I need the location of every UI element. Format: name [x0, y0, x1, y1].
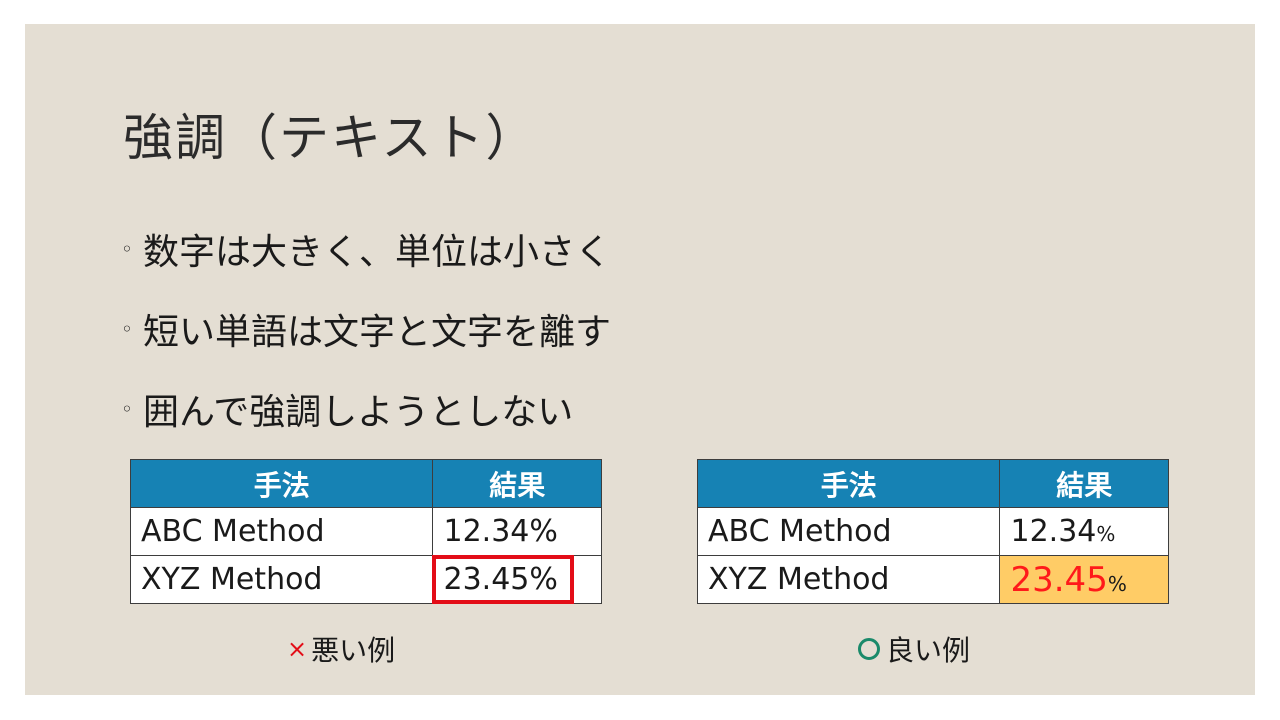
caption-text: 良い例 — [886, 634, 971, 667]
table-row: ABC Method 12.34% — [129, 507, 602, 556]
bullet-marker: ◦ — [121, 317, 133, 341]
result-cell: 12.34% — [432, 507, 602, 556]
red-outline-box: 23.45% — [432, 555, 575, 604]
header-result: 結果 — [432, 459, 602, 508]
bullet-text: 囲んで強調しようとしない — [143, 392, 574, 433]
table-row: XYZ Method 23.45% — [696, 555, 1169, 604]
table-header-row: 手法 結果 — [129, 459, 602, 508]
result-number: 12.34 — [1010, 514, 1097, 549]
circle-icon — [858, 638, 880, 660]
method-cell: XYZ Method — [129, 555, 434, 604]
caption-text: 悪い例 — [311, 634, 396, 667]
header-method: 手法 — [129, 459, 434, 508]
result-text: 23.45% — [443, 562, 558, 597]
method-cell: XYZ Method — [696, 555, 1001, 604]
cross-icon: × — [287, 635, 308, 663]
result-cell-highlighted: 23.45% — [999, 555, 1169, 604]
table-row: ABC Method 12.34% — [696, 507, 1169, 556]
table-header-row: 手法 結果 — [696, 459, 1169, 508]
good-example-caption: 良い例 — [858, 629, 970, 669]
bad-example-caption: × 悪い例 — [287, 629, 395, 669]
header-result: 結果 — [999, 459, 1169, 508]
slide: 強調（テキスト） ◦ 数字は大きく、単位は小さく ◦ 短い単語は文字と文字を離す… — [25, 24, 1255, 695]
header-method: 手法 — [696, 459, 1001, 508]
bullet-item: ◦ 数字は大きく、単位は小さく — [121, 209, 611, 289]
method-cell: ABC Method — [696, 507, 1001, 556]
good-example-table: 手法 結果 ABC Method 12.34% XYZ Method 23.45… — [696, 459, 1169, 604]
bullet-item: ◦ 短い単語は文字と文字を離す — [121, 289, 611, 369]
bullet-text: 短い単語は文字と文字を離す — [143, 312, 612, 353]
result-cell-outlined: 23.45% — [432, 555, 602, 604]
bullet-marker: ◦ — [121, 237, 133, 261]
bullet-text: 数字は大きく、単位は小さく — [143, 232, 612, 273]
result-cell: 12.34% — [999, 507, 1169, 556]
result-number-emphasized: 23.45 — [1010, 559, 1108, 600]
table-row: XYZ Method 23.45% — [129, 555, 602, 604]
method-cell: ABC Method — [129, 507, 434, 556]
slide-title: 強調（テキスト） — [123, 109, 538, 167]
result-unit: % — [1096, 522, 1116, 546]
result-unit: % — [1107, 571, 1127, 596]
bullet-item: ◦ 囲んで強調しようとしない — [121, 369, 611, 449]
bullet-marker: ◦ — [121, 397, 133, 421]
bad-example-table: 手法 結果 ABC Method 12.34% XYZ Method 23.45… — [129, 459, 602, 604]
bullet-list: ◦ 数字は大きく、単位は小さく ◦ 短い単語は文字と文字を離す ◦ 囲んで強調し… — [121, 209, 611, 449]
